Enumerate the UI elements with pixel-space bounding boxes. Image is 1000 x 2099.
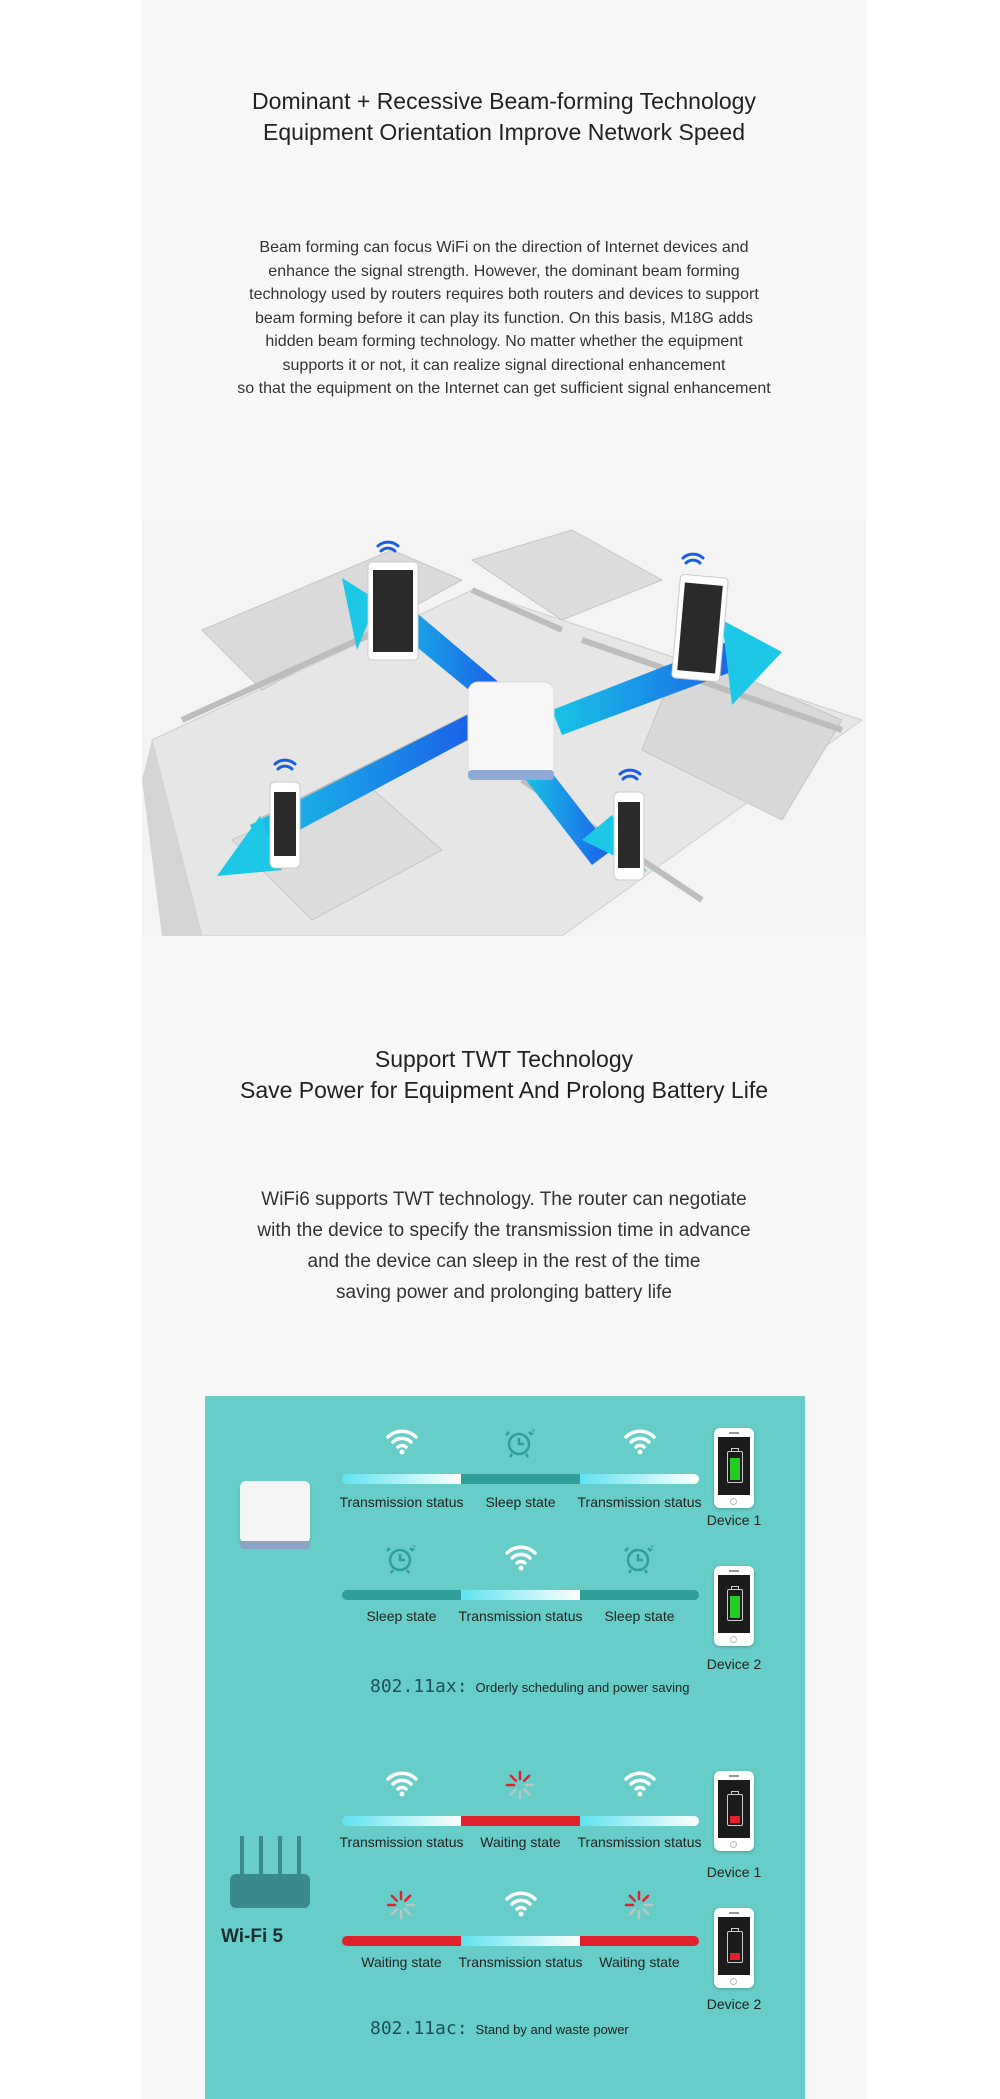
paragraph-line: saving power and prolonging battery life (336, 1282, 672, 1303)
svg-text:z: z (650, 1543, 654, 1552)
timeline-segment-tx (580, 1474, 699, 1484)
beamforming-description: Beam forming can focus WiFi on the direc… (142, 236, 866, 401)
alarm-clock-icon: z (622, 1542, 658, 1579)
timeline-segment-sl (461, 1474, 580, 1484)
twt-diagram-panel: Wi-Fi 5 Transmission status z Sleep state T… (205, 1396, 805, 2099)
paragraph-line: WiFi6 supports TWT technology. The route… (261, 1189, 747, 1210)
phone-left (269, 781, 301, 869)
loading-spinner-icon (503, 1768, 537, 1807)
paragraph-line: beam forming before it can play its func… (254, 309, 754, 327)
paragraph-line: enhance the signal strength. However, th… (268, 262, 740, 280)
segment-label: Waiting state (361, 1954, 442, 1970)
content-strip: Dominant + Recessive Beam-forming Techno… (142, 0, 866, 2099)
timeline-segment-tx (342, 1816, 461, 1826)
loading-spinner-icon (384, 1888, 418, 1927)
router-cube (467, 681, 555, 780)
wifi-icon (503, 1542, 539, 1577)
twt-description: WiFi6 supports TWT technology. The route… (142, 1184, 866, 1308)
title-line: Equipment Orientation Improve Network Sp… (263, 119, 745, 145)
timeline-bar (342, 1936, 699, 1946)
wifi-icon (622, 1426, 658, 1461)
paragraph-line: with the device to specify the transmiss… (257, 1220, 751, 1241)
device-label: Device 1 (706, 1512, 762, 1528)
battery-icon (727, 1448, 743, 1483)
phone-icon (714, 1908, 754, 1988)
timeline-bar (342, 1590, 699, 1600)
phone-right (613, 791, 645, 881)
svg-text:z: z (412, 1543, 416, 1552)
timeline-segment-tx (580, 1816, 699, 1826)
segment-label: Waiting state (599, 1954, 680, 1970)
tablet-left (367, 561, 419, 661)
device-label: Device 1 (706, 1864, 762, 1880)
twt-title: Support TWT Technology Save Power for Eq… (142, 1044, 866, 1106)
floorplan-drawing (142, 529, 864, 936)
title-line: Dominant + Recessive Beam-forming Techno… (252, 88, 756, 114)
paragraph-line: and the device can sleep in the rest of … (307, 1251, 701, 1272)
wifi-icon (384, 1768, 420, 1803)
standard-code: 802.11ax: (370, 1676, 468, 1697)
wifi-icon (503, 1888, 539, 1923)
timeline-segment-tx (342, 1474, 461, 1484)
wifi5-router-icon (230, 1836, 310, 1916)
standard-code: 802.11ac: (370, 2018, 468, 2039)
segment-label: Sleep state (604, 1608, 675, 1624)
tablet-right (671, 573, 729, 683)
segment-label: Transmission status (339, 1494, 464, 1510)
wifi6-router-icon (240, 1481, 310, 1551)
segment-label: Sleep state (366, 1608, 437, 1624)
alarm-clock-icon: z (503, 1426, 539, 1463)
battery-icon (727, 1791, 743, 1826)
timeline-bar (342, 1816, 699, 1826)
battery-icon (727, 1586, 743, 1621)
beamforming-title: Dominant + Recessive Beam-forming Techno… (142, 86, 866, 148)
battery-icon (727, 1928, 743, 1963)
phone-icon (714, 1566, 754, 1646)
paragraph-line: supports it or not, it can realize signa… (282, 356, 726, 374)
segment-label: Transmission status (458, 1608, 583, 1624)
paragraph-line: technology used by routers requires both… (249, 286, 759, 303)
standard-description: Orderly scheduling and power saving (475, 1680, 690, 1695)
beamforming-illustration (142, 520, 866, 936)
timeline-segment-sl (342, 1590, 461, 1600)
timeline-segment-tx (461, 1936, 580, 1946)
wifi-icon (622, 1768, 658, 1803)
phone-icon (714, 1771, 754, 1851)
device-label: Device 2 (706, 1996, 762, 2012)
segment-label: Sleep state (485, 1494, 556, 1510)
segment-label: Transmission status (339, 1834, 464, 1850)
segment-label: Waiting state (480, 1834, 561, 1850)
timeline-bar (342, 1474, 699, 1484)
segment-label: Transmission status (577, 1834, 702, 1850)
timeline-segment-wt (342, 1936, 461, 1946)
alarm-clock-icon: z (384, 1542, 420, 1579)
wifi5-label: Wi-Fi 5 (221, 1926, 284, 1947)
svg-text:z: z (531, 1427, 535, 1436)
timeline-segment-wt (461, 1816, 580, 1826)
paragraph-line: hidden beam forming technology. No matte… (265, 333, 743, 350)
wifi5-standard: 802.11ac: Stand by and waste power (370, 2018, 629, 2039)
segment-label: Transmission status (458, 1954, 583, 1970)
device-label: Device 2 (706, 1656, 762, 1672)
phone-icon (714, 1428, 754, 1508)
wifi6-standard: 802.11ax: Orderly scheduling and power sa… (370, 1676, 689, 1697)
paragraph-line: so that the equipment on the Internet ca… (237, 380, 771, 397)
standard-description: Stand by and waste power (475, 2022, 629, 2037)
title-line: Support TWT Technology (374, 1046, 634, 1072)
title-line: Save Power for Equipment And Prolong Bat… (239, 1077, 769, 1103)
wifi-icon (384, 1426, 420, 1461)
paragraph-line: Beam forming can focus WiFi on the direc… (259, 239, 749, 256)
timeline-segment-sl (580, 1590, 699, 1600)
timeline-segment-wt (580, 1936, 699, 1946)
loading-spinner-icon (622, 1888, 656, 1927)
timeline-segment-tx (461, 1590, 580, 1600)
segment-label: Transmission status (577, 1494, 702, 1510)
